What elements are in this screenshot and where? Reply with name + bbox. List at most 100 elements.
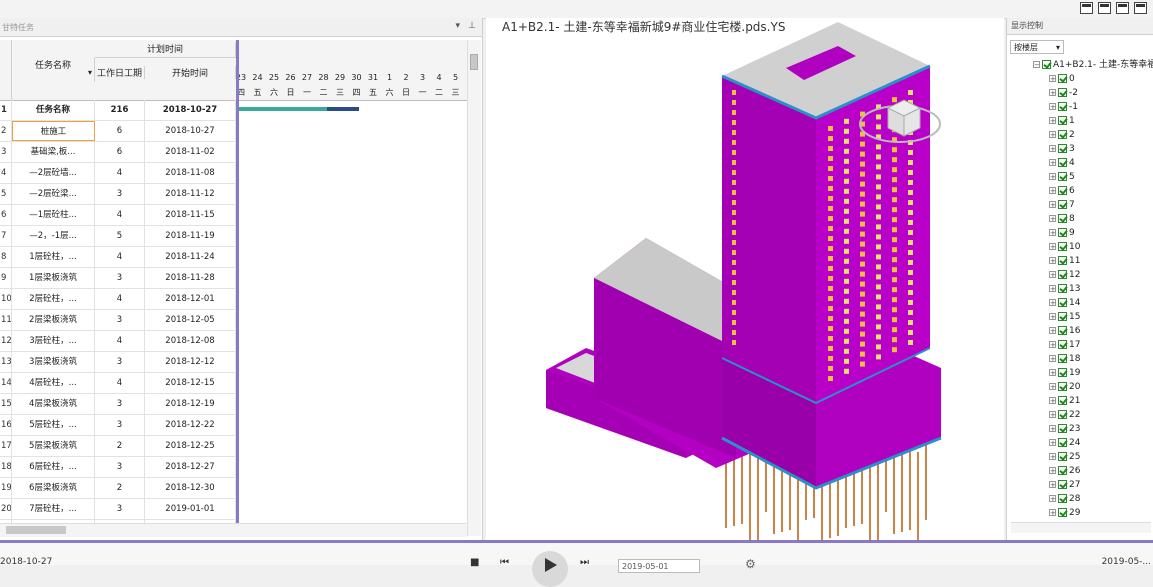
tree-floor-item[interactable]: +16	[1049, 324, 1080, 338]
checkbox-icon[interactable]	[1058, 270, 1067, 279]
task-name-cell[interactable]: —2，-1层...	[12, 226, 95, 246]
expand-icon[interactable]: +	[1049, 341, 1056, 349]
checkbox-icon[interactable]	[1058, 102, 1067, 111]
collapse-icon[interactable]: −	[1033, 61, 1040, 69]
task-name-cell[interactable]: 6层梁板浇筑	[12, 478, 95, 498]
gear-icon[interactable]: ⚙	[745, 557, 756, 571]
tree-floor-item[interactable]: +11	[1049, 254, 1080, 268]
table-row[interactable]: 13 3层梁板浇筑 3 2018-12-12	[0, 352, 236, 373]
checkbox-icon[interactable]	[1058, 326, 1067, 335]
expand-icon[interactable]: +	[1049, 467, 1056, 475]
checkbox-icon[interactable]	[1058, 312, 1067, 321]
model-viewport[interactable]: A1+B2.1- 土建-东等幸福新城9#商业住宅楼.pds.YS	[486, 18, 1004, 540]
expand-icon[interactable]: +	[1049, 327, 1056, 335]
task-start-cell[interactable]: 2018-11-15	[145, 205, 236, 225]
tree-floor-item[interactable]: +4	[1049, 156, 1075, 170]
task-days-cell[interactable]: 3	[95, 352, 145, 372]
task-days-cell[interactable]: 2	[95, 478, 145, 498]
play-button[interactable]	[532, 551, 568, 587]
expand-icon[interactable]: +	[1049, 215, 1056, 223]
checkbox-icon[interactable]	[1058, 88, 1067, 97]
gantt-bar-summary[interactable]	[239, 107, 327, 111]
next-icon[interactable]: ⏭	[580, 557, 589, 568]
tree-floor-item[interactable]: +9	[1049, 226, 1075, 240]
table-row[interactable]: 20 7层砼柱，... 3 2019-01-01	[0, 499, 236, 520]
task-days-cell[interactable]: 4	[95, 205, 145, 225]
expand-icon[interactable]: +	[1049, 299, 1056, 307]
checkbox-icon[interactable]	[1058, 396, 1067, 405]
expand-icon[interactable]: +	[1049, 383, 1056, 391]
task-days-cell[interactable]: 4	[95, 331, 145, 351]
tree-floor-item[interactable]: +2	[1049, 128, 1075, 142]
table-row[interactable]: 5 —2层砼梁... 3 2018-11-12	[0, 184, 236, 205]
checkbox-icon[interactable]	[1058, 228, 1067, 237]
task-name-cell[interactable]: 桩施工	[12, 121, 95, 141]
table-row[interactable]: 14 4层砼柱，... 4 2018-12-15	[0, 373, 236, 394]
expand-icon[interactable]: +	[1049, 117, 1056, 125]
tree-floor-item[interactable]: +5	[1049, 170, 1075, 184]
tree-floor-item[interactable]: + -2	[1049, 86, 1078, 100]
expand-icon[interactable]: +	[1049, 481, 1056, 489]
task-start-cell[interactable]: 2018-12-19	[145, 394, 236, 414]
checkbox-icon[interactable]	[1058, 116, 1067, 125]
pin-icon[interactable]: ⊥	[468, 21, 476, 31]
layout-1-icon[interactable]	[1080, 2, 1093, 14]
tree-floor-item[interactable]: +21	[1049, 394, 1080, 408]
table-row[interactable]: 10 2层砼柱，... 4 2018-12-01	[0, 289, 236, 310]
checkbox-icon[interactable]	[1058, 130, 1067, 139]
checkbox-icon[interactable]	[1058, 284, 1067, 293]
expand-icon[interactable]: +	[1049, 439, 1056, 447]
task-days-cell[interactable]: 3	[95, 415, 145, 435]
checkbox-icon[interactable]	[1058, 508, 1067, 517]
tree-floor-item[interactable]: +23	[1049, 422, 1080, 436]
task-days-cell[interactable]: 5	[95, 226, 145, 246]
task-name-cell[interactable]: 2层砼柱，...	[12, 289, 95, 309]
task-start-cell[interactable]: 2018-11-19	[145, 226, 236, 246]
table-row[interactable]: 15 4层梁板浇筑 3 2018-12-19	[0, 394, 236, 415]
task-days-cell[interactable]: 3	[95, 184, 145, 204]
task-name-cell[interactable]: 3层砼柱，...	[12, 331, 95, 351]
expand-icon[interactable]: +	[1049, 89, 1056, 97]
tree-floor-item[interactable]: +12	[1049, 268, 1080, 282]
tree-floor-item[interactable]: +13	[1049, 282, 1080, 296]
tree-floor-item[interactable]: +19	[1049, 366, 1080, 380]
task-name-cell[interactable]: 6层砼柱，...	[12, 457, 95, 477]
horizontal-scrollbar[interactable]	[0, 523, 467, 537]
table-row[interactable]: 16 5层砼柱，... 3 2018-12-22	[0, 415, 236, 436]
task-name-cell[interactable]: 5层梁板浇筑	[12, 436, 95, 456]
task-days-cell[interactable]: 3	[95, 268, 145, 288]
task-name-cell[interactable]: 4层梁板浇筑	[12, 394, 95, 414]
layout-4-icon[interactable]	[1134, 2, 1147, 14]
task-start-cell[interactable]: 2018-12-01	[145, 289, 236, 309]
tree-floor-item[interactable]: +10	[1049, 240, 1080, 254]
task-days-cell[interactable]: 3	[95, 310, 145, 330]
task-start-cell[interactable]: 2018-12-05	[145, 310, 236, 330]
vertical-scrollbar[interactable]	[467, 40, 481, 536]
expand-icon[interactable]: +	[1049, 243, 1056, 251]
task-start-cell[interactable]: 2018-11-24	[145, 247, 236, 267]
task-start-cell[interactable]: 2018-12-15	[145, 373, 236, 393]
tree-floor-item[interactable]: +14	[1049, 296, 1080, 310]
checkbox-icon[interactable]	[1058, 480, 1067, 489]
task-days-cell[interactable]: 2	[95, 436, 145, 456]
tree-floor-item[interactable]: +17	[1049, 338, 1080, 352]
task-start-cell[interactable]: 2018-12-08	[145, 331, 236, 351]
expand-icon[interactable]: +	[1049, 229, 1056, 237]
expand-icon[interactable]: +	[1049, 257, 1056, 265]
tree-floor-item[interactable]: +15	[1049, 310, 1080, 324]
expand-icon[interactable]: +	[1049, 201, 1056, 209]
checkbox-icon[interactable]	[1058, 298, 1067, 307]
expand-icon[interactable]: +	[1049, 411, 1056, 419]
expand-icon[interactable]: +	[1049, 355, 1056, 363]
task-name-cell[interactable]: 5层砼柱，...	[12, 415, 95, 435]
checkbox-icon[interactable]	[1058, 214, 1067, 223]
expand-icon[interactable]: +	[1049, 509, 1056, 517]
task-name-cell[interactable]: 4层砼柱，...	[12, 373, 95, 393]
table-row[interactable]: 1 任务名称 216 2018-10-27	[0, 100, 236, 121]
scroll-thumb[interactable]	[470, 54, 478, 70]
task-days-cell[interactable]: 3	[95, 394, 145, 414]
task-name-cell[interactable]: 2层梁板浇筑	[12, 310, 95, 330]
checkbox-icon[interactable]	[1058, 340, 1067, 349]
table-row[interactable]: 12 3层砼柱，... 4 2018-12-08	[0, 331, 236, 352]
checkbox-icon[interactable]	[1058, 452, 1067, 461]
